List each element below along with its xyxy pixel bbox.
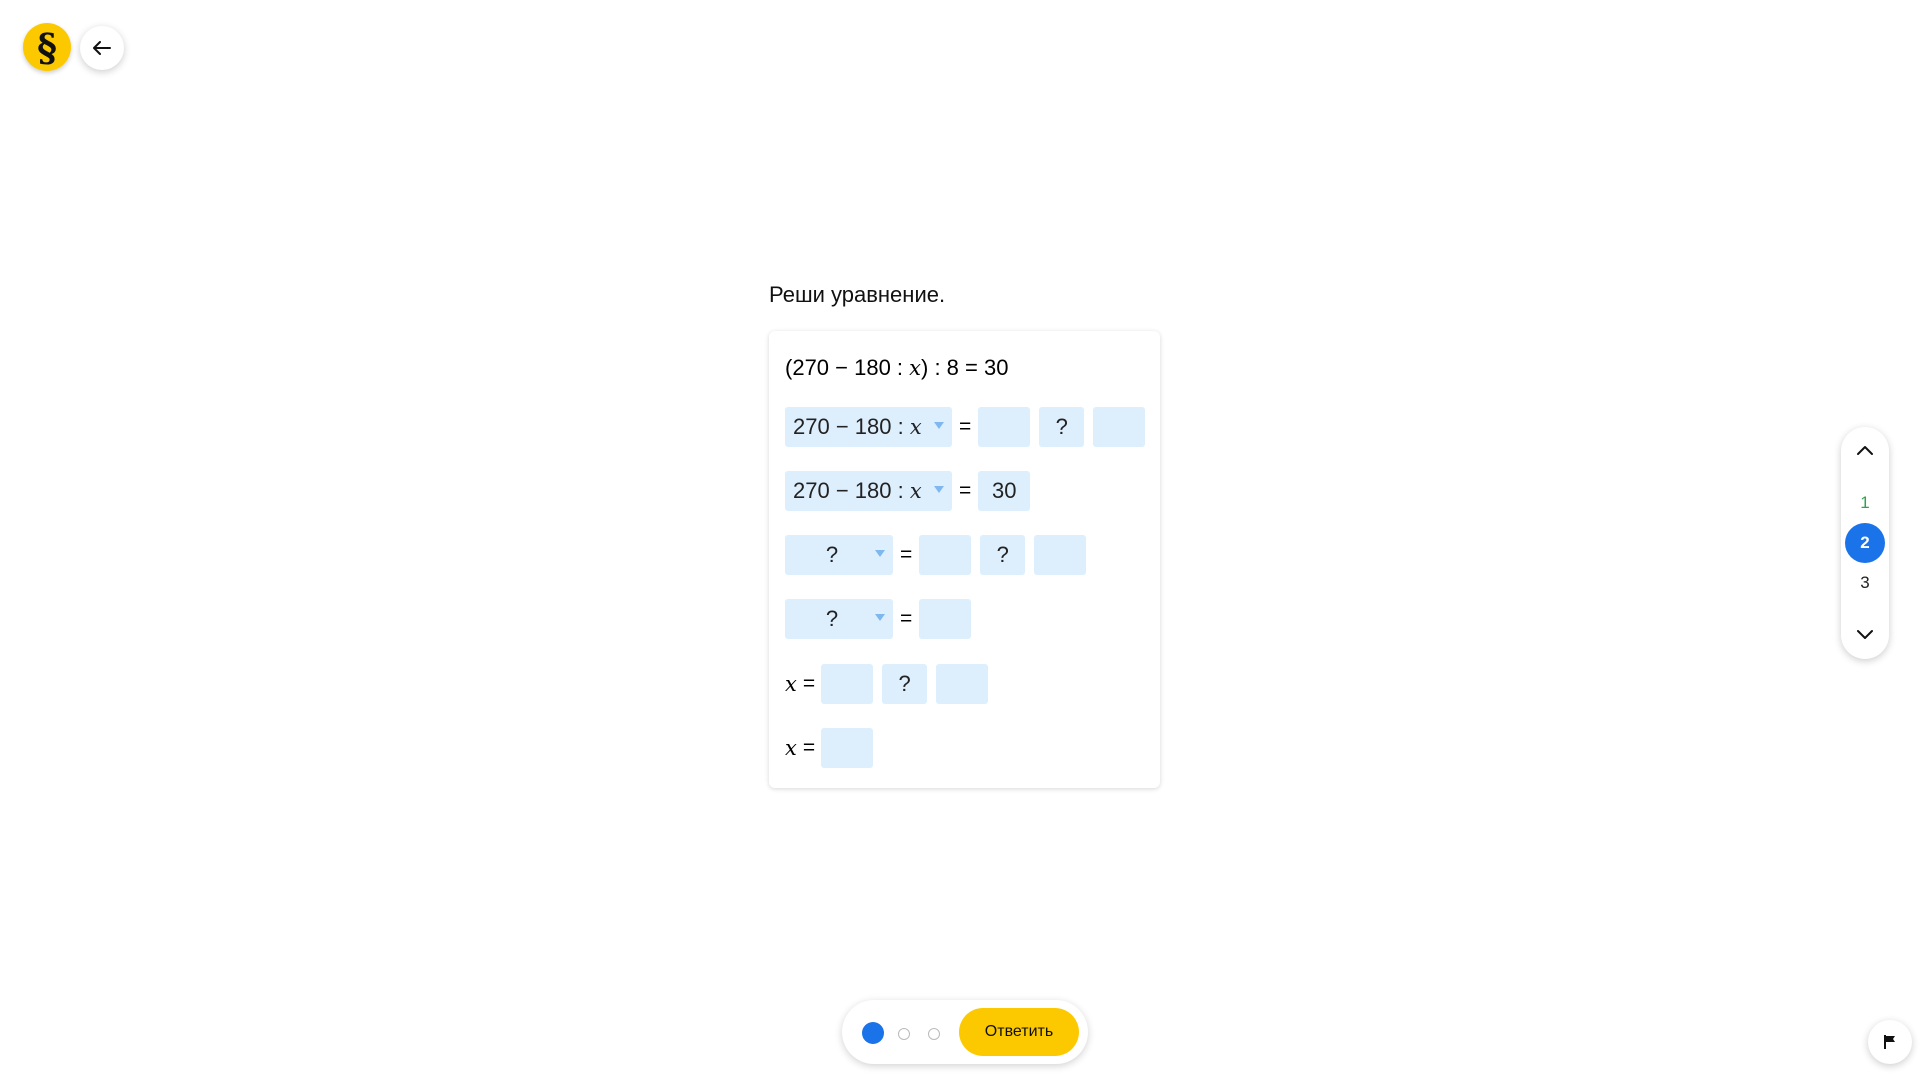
answer-input[interactable] <box>821 664 874 704</box>
select-variable: x <box>909 479 922 503</box>
equals-sign: = <box>959 415 972 438</box>
answer-bar: Ответить <box>842 1000 1088 1064</box>
arrow-left-icon <box>93 41 111 55</box>
task-title: Реши уравнение. <box>769 282 946 307</box>
equals-sign: = <box>959 479 972 502</box>
progress-dot-current[interactable] <box>862 1022 884 1044</box>
answer-input[interactable] <box>936 664 989 704</box>
eq-part2: ) : 8 = 30 <box>921 355 1009 380</box>
solution-row-1: 270 − 180 : x = ? <box>785 407 1146 447</box>
variable-label: x <box>785 736 797 760</box>
answer-input[interactable] <box>919 535 972 575</box>
solution-row-2: 270 − 180 : x = 30 <box>785 471 1031 511</box>
equals-sign: = <box>802 736 816 759</box>
main-equation: ( 270 − 180 : x ) : 8 = 30 <box>785 354 1008 382</box>
equals-sign: = <box>900 607 913 630</box>
select-placeholder: ? <box>825 542 839 567</box>
expression-select[interactable]: 270 − 180 : x <box>785 407 952 447</box>
dropdown-arrow-icon <box>875 614 885 621</box>
progress-dot[interactable] <box>898 1028 910 1040</box>
solution-row-3: ? = ? <box>785 535 1087 575</box>
eq-variable: x <box>909 356 921 380</box>
chevron-down-icon[interactable] <box>1855 624 1875 644</box>
logo[interactable]: § <box>23 23 71 71</box>
logo-glyph: § <box>37 24 57 70</box>
report-button[interactable] <box>1868 1020 1912 1064</box>
task-navigator: 1 2 3 <box>1841 427 1889 659</box>
expression-select[interactable]: 270 − 180 : x <box>785 471 952 511</box>
page-2-button[interactable]: 2 <box>1845 523 1885 563</box>
solution-row-4: ? = <box>785 599 972 639</box>
flag-icon <box>1884 1035 1895 1049</box>
solution-row-6: x = <box>785 728 874 768</box>
expression-select[interactable]: ? <box>785 535 893 575</box>
page-3-button[interactable]: 3 <box>1845 563 1885 603</box>
page-1-button[interactable]: 1 <box>1845 483 1885 523</box>
dropdown-arrow-icon <box>875 550 885 557</box>
expression-select[interactable]: ? <box>785 599 893 639</box>
solution-row-5: x = ? <box>785 664 989 704</box>
dropdown-arrow-icon <box>934 486 944 493</box>
eq-part1: 270 − 180 : <box>792 355 910 380</box>
answer-input[interactable]: 30 <box>978 471 1031 511</box>
answer-button[interactable]: Ответить <box>959 1008 1079 1056</box>
variable-label: x <box>785 672 797 696</box>
answer-input[interactable] <box>1093 407 1146 447</box>
answer-input[interactable] <box>919 599 972 639</box>
select-expression-text: 270 − 180 : <box>793 414 910 439</box>
answer-input[interactable] <box>978 407 1031 447</box>
equals-sign: = <box>802 672 816 695</box>
dropdown-arrow-icon <box>934 422 944 429</box>
answer-input[interactable] <box>1034 535 1087 575</box>
select-placeholder: ? <box>825 606 839 631</box>
equals-sign: = <box>900 543 913 566</box>
progress-dot[interactable] <box>928 1028 940 1040</box>
eq-open-paren: ( <box>785 355 793 380</box>
select-variable: x <box>909 415 922 439</box>
back-button[interactable] <box>80 26 124 70</box>
select-expression-text: 270 − 180 : <box>793 478 910 503</box>
chevron-up-icon[interactable] <box>1855 441 1875 461</box>
answer-input[interactable] <box>821 728 874 768</box>
operator-select[interactable]: ? <box>1039 407 1085 447</box>
operator-select[interactable]: ? <box>882 664 928 704</box>
operator-select[interactable]: ? <box>980 535 1026 575</box>
